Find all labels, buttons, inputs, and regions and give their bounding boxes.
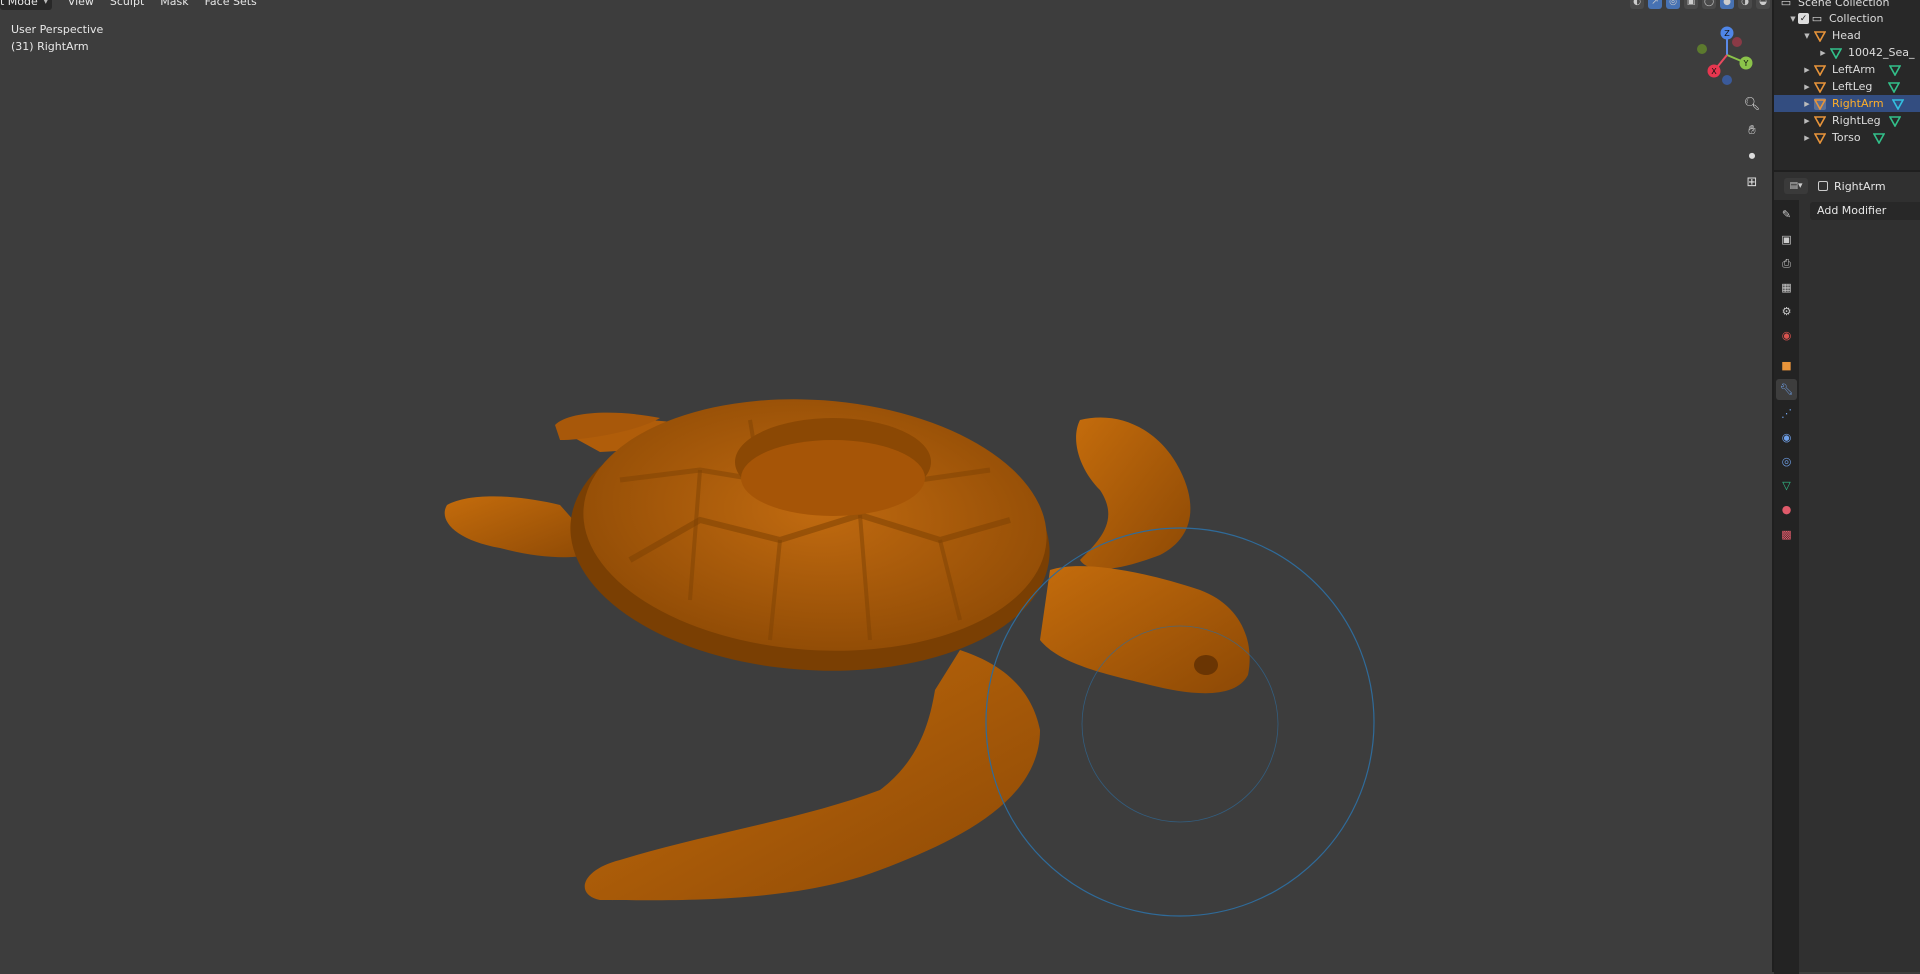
expand-triangle-icon[interactable]: ▼	[1788, 15, 1798, 23]
grid-icon[interactable]: ⊞	[1740, 170, 1764, 194]
properties-object-context: RightArm	[1818, 180, 1886, 193]
expand-triangle-icon[interactable]: ▶	[1802, 66, 1812, 74]
gizmo-toggle-icon[interactable]: ↗	[1648, 0, 1662, 9]
world-tab-icon[interactable]: ◉	[1776, 325, 1797, 346]
menu-view[interactable]: View	[62, 0, 100, 10]
gizmo-z-label: Z	[1724, 29, 1730, 38]
zoom-icon[interactable]: 🔍︎	[1740, 92, 1764, 116]
mesh-triangle-icon	[1887, 64, 1903, 76]
object-orange-icon	[1812, 81, 1828, 93]
scene-collection-icon: ▭	[1780, 0, 1792, 9]
mode-label: t Mode	[0, 0, 38, 8]
editor-type-dropdown[interactable]: ▤▾	[1784, 178, 1808, 194]
menu-sculpt[interactable]: Sculpt	[104, 0, 150, 10]
outliner-item-leftleg[interactable]: ▶ LeftLeg	[1774, 78, 1920, 95]
hand-icon[interactable]: ✋︎	[1740, 118, 1764, 142]
properties-header: ▤▾ RightArm	[1774, 172, 1920, 200]
mode-selector[interactable]: t Mode ▾	[0, 0, 52, 10]
camera-icon[interactable]: ⏺	[1740, 144, 1764, 168]
render-tab-icon[interactable]: ▣	[1776, 229, 1797, 250]
object-tab-icon[interactable]: ■	[1776, 355, 1797, 376]
physics-tab-icon[interactable]: ◉	[1776, 427, 1797, 448]
object-square-icon	[1818, 181, 1828, 191]
object-visibility-icon[interactable]: ◐	[1630, 0, 1644, 9]
expand-triangle-icon[interactable]: ▶	[1802, 134, 1812, 142]
mesh-triangle-icon	[1871, 132, 1887, 144]
material-tab-icon[interactable]: ●	[1776, 499, 1797, 520]
turtle-model	[444, 399, 1375, 917]
gizmo-x-label: X	[1711, 67, 1717, 76]
turtle-head	[1040, 566, 1250, 694]
object-orange-icon	[1812, 132, 1828, 144]
turtle-front-right-flipper	[1076, 417, 1191, 570]
viewport-header: t Mode ▾ View Sculpt Mask Face Sets	[0, 0, 263, 10]
scene-tab-icon[interactable]: ⚙	[1776, 301, 1797, 322]
outliner-item-leftarm[interactable]: ▶ LeftArm	[1774, 61, 1920, 78]
data-tab-icon[interactable]: ▽	[1776, 475, 1797, 496]
constraints-tab-icon[interactable]: ◎	[1776, 451, 1797, 472]
add-modifier-button[interactable]: Add Modifier	[1810, 202, 1920, 220]
overlay-toggle-icon[interactable]: ◎	[1666, 0, 1680, 9]
mesh-triangle-icon	[1887, 115, 1903, 127]
xray-toggle-icon[interactable]: ▣	[1684, 0, 1698, 9]
particles-tab-icon[interactable]: ⋰	[1776, 403, 1797, 424]
material-shading-icon[interactable]: ◑	[1738, 0, 1752, 9]
mesh-triangle-icon	[1890, 98, 1906, 110]
view-layer-tab-icon[interactable]: ▦	[1776, 277, 1797, 298]
expand-triangle-icon[interactable]: ▼	[1802, 32, 1812, 40]
outliner-item-mesh-data[interactable]: ▶ 10042_Sea_	[1774, 44, 1920, 61]
gizmo-y-label: Y	[1743, 59, 1749, 68]
object-orange-icon	[1812, 30, 1828, 42]
object-orange-icon	[1812, 115, 1828, 127]
wireframe-shading-icon[interactable]: ◯	[1702, 0, 1716, 9]
viewport-info: User Perspective (31) RightArm	[11, 21, 103, 55]
expand-triangle-icon[interactable]: ▶	[1802, 100, 1812, 108]
properties-tabs: ✎ ▣ ⎙ ▦ ⚙ ◉ ■ 🔧︎ ⋰ ◉ ◎ ▽ ● ▩	[1774, 200, 1799, 974]
expand-triangle-icon[interactable]: ▶	[1802, 83, 1812, 91]
expand-triangle-icon[interactable]: ▶	[1818, 49, 1828, 57]
outliner-collection[interactable]: ▼ ✓ ▭ Collection	[1774, 10, 1920, 27]
texture-tab-icon[interactable]: ▩	[1776, 524, 1797, 545]
outliner-item-rightleg[interactable]: ▶ RightLeg	[1774, 112, 1920, 129]
checkbox-icon[interactable]: ✓	[1798, 13, 1809, 24]
active-object-label: (31) RightArm	[11, 40, 89, 53]
outliner-panel: ▭ Scene Collection ▼ ✓ ▭ Collection ▼ He…	[1772, 0, 1920, 170]
3d-viewport[interactable]: t Mode ▾ View Sculpt Mask Face Sets ◐ ↗ …	[0, 0, 1772, 972]
navigation-gizmo[interactable]: Z Y X	[1690, 24, 1760, 88]
properties-panel: ▤▾ RightArm ✎ ▣ ⎙ ▦ ⚙ ◉ ■ 🔧︎ ⋰ ◉ ◎ ▽ ● ▩…	[1772, 170, 1920, 974]
mesh-triangle-icon	[1886, 81, 1902, 93]
rendered-shading-icon[interactable]: ◒	[1756, 0, 1770, 9]
object-orange-icon	[1812, 97, 1828, 110]
output-tab-icon[interactable]: ⎙	[1776, 253, 1797, 274]
outliner-item-head[interactable]: ▼ Head	[1774, 27, 1920, 44]
expand-triangle-icon[interactable]: ▶	[1802, 117, 1812, 125]
tool-tab-icon[interactable]: ✎	[1776, 204, 1797, 225]
menu-face-sets[interactable]: Face Sets	[199, 0, 263, 10]
outliner-item-rightarm[interactable]: ▶ RightArm	[1774, 95, 1920, 112]
viewport-header-tools: ◐ ↗ ◎ ▣ ◯ ● ◑ ◒	[1630, 0, 1770, 9]
turtle-front-left-flipper	[584, 650, 1040, 901]
mesh-triangle-icon	[1828, 47, 1844, 59]
menu-mask[interactable]: Mask	[154, 0, 194, 10]
properties-object-name: RightArm	[1834, 179, 1886, 193]
solid-shading-icon[interactable]: ●	[1720, 0, 1734, 9]
modifier-wrench-icon[interactable]: 🔧︎	[1776, 379, 1797, 400]
outliner-item-torso[interactable]: ▶ Torso	[1774, 129, 1920, 146]
chevron-down-icon: ▾	[43, 0, 48, 6]
view-perspective-label: User Perspective	[11, 23, 104, 36]
object-orange-icon	[1812, 64, 1828, 76]
collection-icon: ▭	[1811, 12, 1823, 25]
